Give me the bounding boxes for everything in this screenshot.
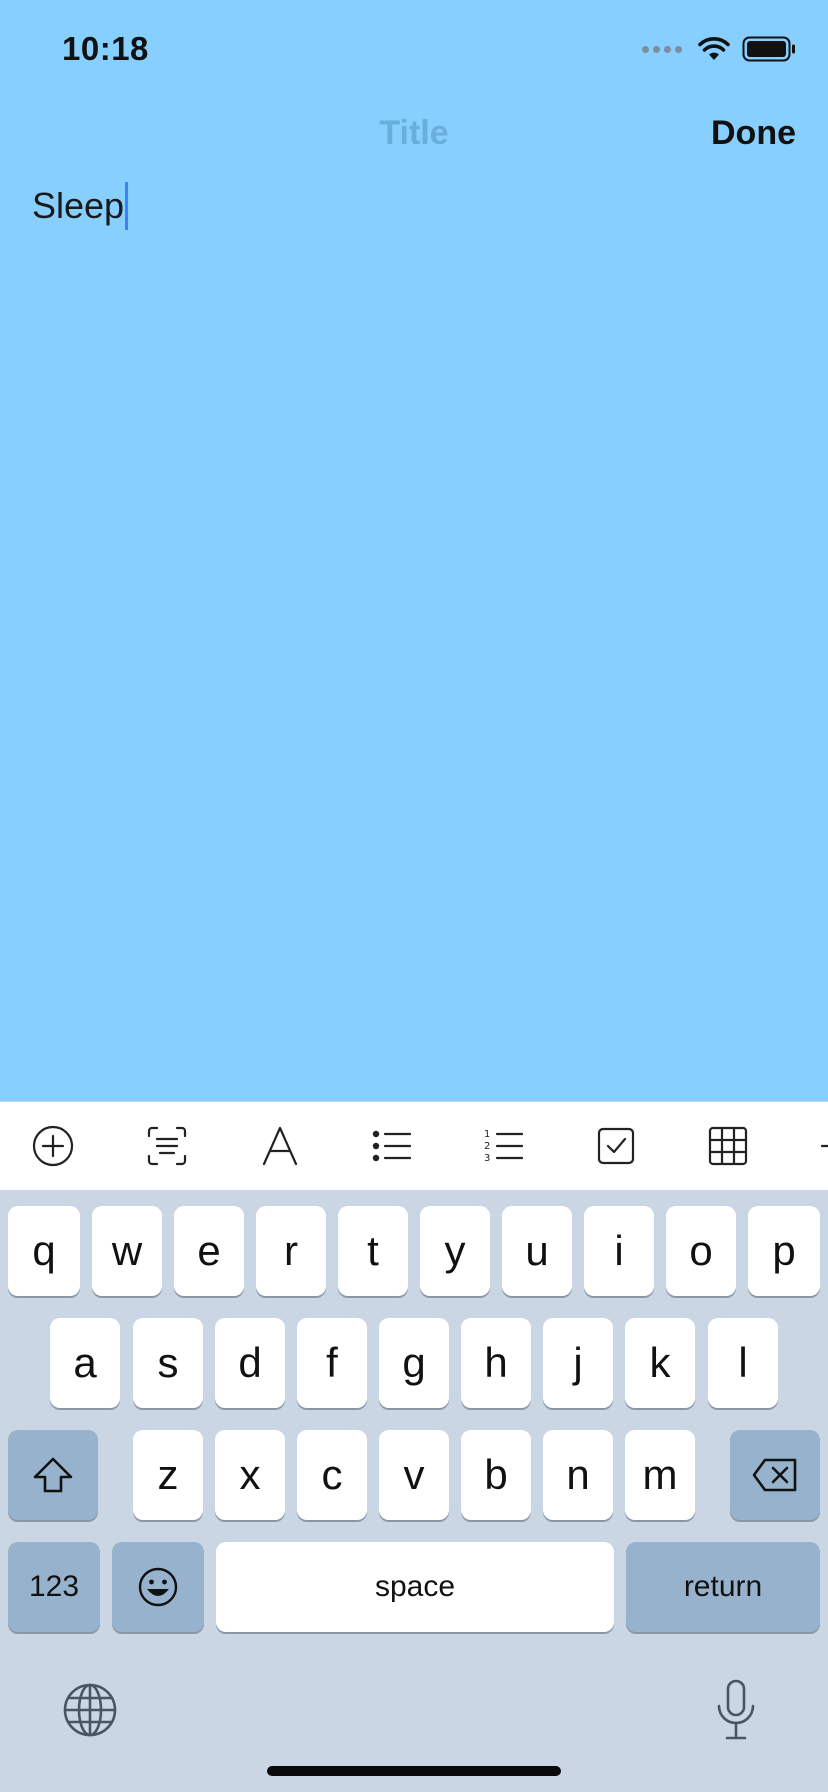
numbered-list-icon[interactable]: 1 2 3 [478, 1120, 530, 1172]
battery-icon [742, 36, 795, 62]
title-field[interactable]: Title [0, 114, 828, 153]
key-s[interactable]: s [133, 1318, 203, 1408]
key-w[interactable]: w [92, 1206, 162, 1296]
format-toolbar: 1 2 3 [0, 1101, 828, 1190]
checklist-icon[interactable] [590, 1120, 642, 1172]
emoji-key[interactable] [112, 1542, 204, 1632]
space-key[interactable]: space [216, 1542, 614, 1632]
nav-bar: Title Done [0, 100, 828, 172]
key-i[interactable]: i [584, 1206, 654, 1296]
key-b[interactable]: b [461, 1430, 531, 1520]
status-time: 10:18 [62, 30, 149, 67]
key-t[interactable]: t [338, 1206, 408, 1296]
key-m[interactable]: m [625, 1430, 695, 1520]
key-p[interactable]: p [748, 1206, 820, 1296]
key-j[interactable]: j [543, 1318, 613, 1408]
status-bar: 10:18 [0, 0, 828, 100]
microphone-icon[interactable] [714, 1678, 758, 1742]
backspace-icon [752, 1458, 797, 1492]
key-z[interactable]: z [133, 1430, 203, 1520]
shift-icon [33, 1457, 73, 1493]
key-a[interactable]: a [50, 1318, 120, 1408]
key-o[interactable]: o [666, 1206, 736, 1296]
key-r[interactable]: r [256, 1206, 326, 1296]
return-key[interactable]: return [626, 1542, 820, 1632]
text-caret [125, 182, 129, 230]
key-v[interactable]: v [379, 1430, 449, 1520]
key-c[interactable]: c [297, 1430, 367, 1520]
key-e[interactable]: e [174, 1206, 244, 1296]
cellular-signal-icon [642, 45, 682, 53]
keyboard: q w e r t y u i o p a s d f g h j k l z … [0, 1190, 828, 1792]
delete-key[interactable] [730, 1430, 820, 1520]
shift-key[interactable] [8, 1430, 98, 1520]
scan-text-icon[interactable] [141, 1120, 193, 1172]
add-circle-icon[interactable] [27, 1120, 79, 1172]
numbers-key[interactable]: 123 [8, 1542, 100, 1632]
key-n[interactable]: n [543, 1430, 613, 1520]
table-icon[interactable] [702, 1120, 754, 1172]
bulleted-list-icon[interactable] [366, 1120, 418, 1172]
key-x[interactable]: x [215, 1430, 285, 1520]
wifi-icon [698, 37, 730, 60]
svg-text:3: 3 [484, 1153, 490, 1164]
text-format-icon[interactable] [254, 1120, 306, 1172]
note-text[interactable]: Sleep [32, 182, 124, 230]
key-l[interactable]: l [708, 1318, 778, 1408]
svg-text:1: 1 [484, 1129, 490, 1140]
svg-text:2: 2 [484, 1141, 490, 1152]
status-icons [642, 34, 796, 64]
key-y[interactable]: y [420, 1206, 490, 1296]
done-button[interactable]: Done [711, 114, 796, 153]
note-editor[interactable]: Sleep [32, 182, 796, 1082]
key-f[interactable]: f [297, 1318, 367, 1408]
key-q[interactable]: q [8, 1206, 80, 1296]
key-k[interactable]: k [625, 1318, 695, 1408]
key-d[interactable]: d [215, 1318, 285, 1408]
globe-icon[interactable] [62, 1682, 118, 1738]
key-u[interactable]: u [502, 1206, 572, 1296]
home-indicator [267, 1766, 561, 1776]
key-h[interactable]: h [461, 1318, 531, 1408]
key-g[interactable]: g [379, 1318, 449, 1408]
more-toolbar-icon[interactable] [812, 1120, 828, 1172]
emoji-icon [138, 1567, 178, 1607]
